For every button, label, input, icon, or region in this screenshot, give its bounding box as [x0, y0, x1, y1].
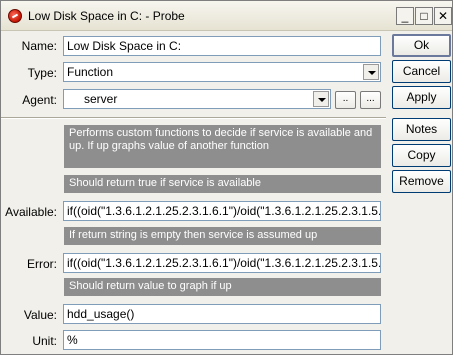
error-hint: If return string is empty then service i… [64, 227, 381, 245]
minimize-button[interactable]: _ [396, 7, 414, 25]
unit-label: Unit: [32, 334, 57, 348]
available-label: Available: [5, 205, 57, 219]
separator [1, 117, 386, 119]
probe-window: Low Disk Space in C: - Probe _ □ ✕ Name:… [0, 0, 453, 355]
agent-select-value: server [84, 92, 118, 106]
error-label: Error: [27, 257, 57, 271]
remove-button[interactable]: Remove [392, 170, 451, 193]
type-label: Type: [27, 66, 57, 80]
type-select[interactable]: Function [63, 62, 381, 82]
agent-label: Agent: [22, 93, 57, 107]
cancel-button[interactable]: Cancel [392, 60, 451, 83]
ok-button[interactable]: Ok [392, 34, 451, 57]
agent-more-button[interactable]: ... [360, 91, 381, 109]
type-select-value: Function [67, 65, 114, 79]
name-field[interactable]: Low Disk Space in C: [63, 36, 381, 56]
description-hint: Performs custom functions to decide if s… [64, 125, 381, 168]
chevron-down-icon[interactable] [363, 64, 379, 80]
chevron-down-icon[interactable] [313, 91, 329, 107]
available-field[interactable]: if((oid("1.3.6.1.2.1.25.2.3.1.6.1")/oid(… [63, 201, 381, 221]
agent-browse-button[interactable]: .. [335, 91, 356, 109]
close-button[interactable]: ✕ [434, 7, 452, 25]
window-title: Low Disk Space in C: - Probe [28, 9, 185, 23]
app-icon [8, 9, 22, 23]
notes-button[interactable]: Notes [392, 118, 451, 141]
title-bar[interactable]: Low Disk Space in C: - Probe _ □ ✕ [1, 1, 452, 31]
value-hint: Should return value to graph if up [64, 278, 381, 296]
unit-field[interactable]: % [63, 330, 381, 350]
name-label: Name: [21, 39, 57, 53]
value-field[interactable]: hdd_usage() [63, 304, 381, 324]
copy-button[interactable]: Copy [392, 144, 451, 167]
value-label: Value: [23, 308, 57, 322]
maximize-button[interactable]: □ [415, 7, 433, 25]
apply-button[interactable]: Apply [392, 86, 451, 109]
agent-select[interactable]: server [63, 89, 331, 109]
available-hint: Should return true if service is availab… [64, 175, 381, 193]
error-field[interactable]: if((oid("1.3.6.1.2.1.25.2.3.1.6.1")/oid(… [63, 253, 381, 273]
